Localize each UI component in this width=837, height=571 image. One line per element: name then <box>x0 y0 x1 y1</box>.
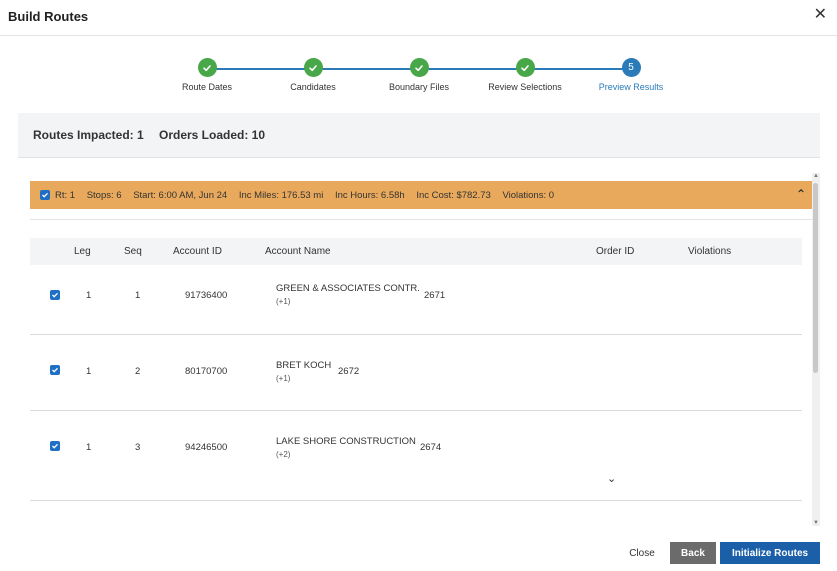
step-candidates[interactable]: Candidates <box>263 58 363 92</box>
scroll-up-icon[interactable]: ▲ <box>812 173 820 179</box>
check-icon <box>409 58 429 77</box>
step-boundary-files[interactable]: Boundary Files <box>369 58 469 92</box>
cell-account-name: LAKE SHORE CONSTRUCTION <box>276 436 416 447</box>
scroll-down-icon[interactable]: ▼ <box>812 520 820 526</box>
dialog-header: Build Routes ✕ <box>0 0 837 36</box>
route-stops: Stops: 6 <box>86 189 122 201</box>
cell-order-id: 2674 <box>420 442 442 453</box>
step-label: Boundary Files <box>388 82 450 92</box>
cell-account-id: 80170700 <box>185 366 228 377</box>
route-inc-hours: Inc Hours: 6.58h <box>334 189 405 201</box>
step-label: Preview Results <box>598 82 664 92</box>
route-number: Rt: 1 <box>55 189 76 201</box>
divider <box>30 219 818 220</box>
table-row[interactable]: 1 1 91736400 GREEN & ASSOCIATES CONTR. (… <box>30 265 802 335</box>
cell-leg: 1 <box>86 290 92 301</box>
step-route-dates[interactable]: Route Dates <box>157 58 257 92</box>
route-header[interactable]: Rt: 1 Stops: 6 Start: 6:00 AM, Jun 24 In… <box>30 181 818 209</box>
cell-leg: 1 <box>86 442 92 453</box>
step-label: Review Selections <box>488 82 562 92</box>
initialize-routes-button[interactable]: Initialize Routes <box>720 542 820 564</box>
step-label: Route Dates <box>181 82 233 92</box>
header-leg: Leg <box>74 246 91 257</box>
check-icon <box>303 58 323 77</box>
row-checkbox[interactable] <box>50 441 60 451</box>
route-violations: Violations: 0 <box>502 189 555 201</box>
check-icon <box>515 58 535 77</box>
cell-account-extra: (+1) <box>276 297 291 306</box>
row-checkbox[interactable] <box>50 365 60 375</box>
cell-account-id: 94246500 <box>185 442 228 453</box>
cell-account-extra: (+2) <box>276 450 291 459</box>
step-review-selections[interactable]: Review Selections <box>475 58 575 92</box>
route-inc-cost: Inc Cost: $782.73 <box>416 189 491 201</box>
chevron-up-icon[interactable]: ⌃ <box>796 187 806 201</box>
chevron-down-icon[interactable]: ⌄ <box>607 472 616 485</box>
row-checkbox[interactable] <box>50 290 60 300</box>
route-inc-miles: Inc Miles: 176.53 mi <box>238 189 324 201</box>
dialog-title: Build Routes <box>8 9 89 24</box>
close-button[interactable]: Close <box>622 542 662 564</box>
orders-loaded: Orders Loaded: 10 <box>159 128 266 142</box>
route-start: Start: 6:00 AM, Jun 24 <box>133 189 228 201</box>
cell-order-id: 2672 <box>338 366 360 377</box>
cell-seq: 1 <box>135 290 141 301</box>
table-row[interactable]: 1 3 94246500 LAKE SHORE CONSTRUCTION (+2… <box>30 411 802 501</box>
cell-account-name: GREEN & ASSOCIATES CONTR. <box>276 283 420 294</box>
cell-account-name: BRET KOCH <box>276 360 332 371</box>
cell-seq: 3 <box>135 442 141 453</box>
routes-impacted: Routes Impacted: 1 <box>33 128 144 142</box>
close-icon[interactable]: ✕ <box>814 6 827 24</box>
back-button[interactable]: Back <box>670 542 716 564</box>
step-number: 5 <box>621 58 641 77</box>
cell-leg: 1 <box>86 366 92 377</box>
cell-account-extra: (+1) <box>276 374 291 383</box>
header-order-id: Order ID <box>596 246 635 257</box>
summary-bar: Routes Impacted: 1 Orders Loaded: 10 <box>18 113 820 158</box>
step-label: Candidates <box>290 82 336 92</box>
scrollbar[interactable]: ▲ ▼ <box>812 173 820 526</box>
scrollbar-thumb[interactable] <box>813 183 818 373</box>
route-info: Rt: 1 Stops: 6 Start: 6:00 AM, Jun 24 In… <box>55 190 563 201</box>
table-row[interactable]: 1 2 80170700 BRET KOCH (+1) 2672 <box>30 335 802 411</box>
stepper: Route Dates Candidates Boundary Files Re… <box>0 58 837 98</box>
route-checkbox[interactable] <box>40 190 50 200</box>
check-icon <box>197 58 217 77</box>
cell-seq: 2 <box>135 366 141 377</box>
step-preview-results[interactable]: 5 Preview Results <box>581 58 681 92</box>
header-violations: Violations <box>688 246 732 257</box>
header-account-name: Account Name <box>265 246 331 257</box>
cell-account-id: 91736400 <box>185 290 228 301</box>
header-account-id: Account ID <box>173 246 222 257</box>
table-header: Leg Seq Account ID Account Name Order ID… <box>30 238 802 265</box>
cell-order-id: 2671 <box>424 290 446 301</box>
header-seq: Seq <box>124 246 142 257</box>
results-panel: Rt: 1 Stops: 6 Start: 6:00 AM, Jun 24 In… <box>18 158 820 528</box>
